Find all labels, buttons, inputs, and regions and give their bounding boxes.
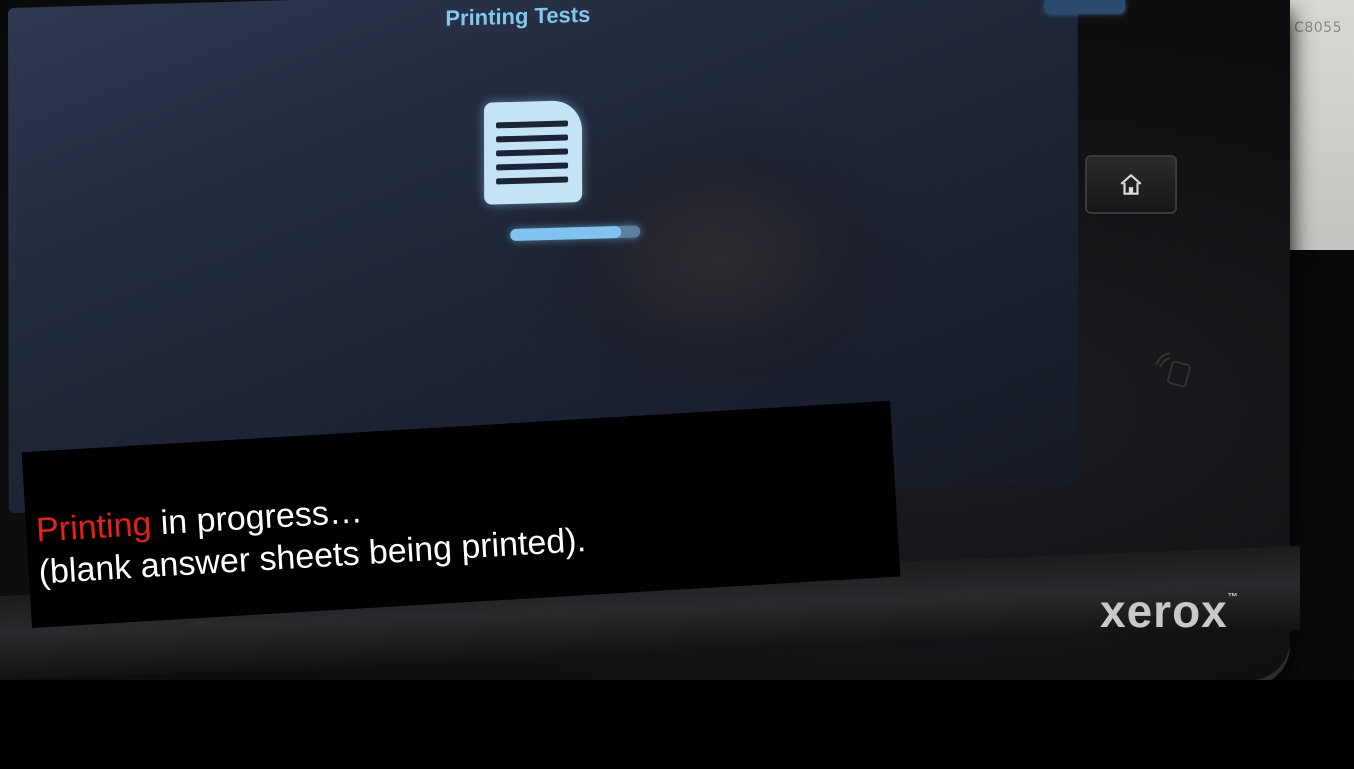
- home-button[interactable]: [1085, 155, 1177, 214]
- document-line: [496, 176, 569, 185]
- document-line: [496, 162, 569, 171]
- screen-title: Printing Tests: [445, 1, 591, 31]
- caption-highlight-word: Printing: [35, 504, 153, 550]
- xerox-logo-text: xerox: [1100, 585, 1228, 637]
- top-button[interactable]: [1045, 0, 1125, 14]
- document-icon: [484, 100, 583, 205]
- trademark-symbol: ™: [1227, 592, 1239, 603]
- bottom-letterbox: [0, 680, 1354, 769]
- nfc-icon: [1155, 352, 1191, 388]
- document-line: [496, 148, 569, 157]
- document-line: [496, 120, 569, 129]
- home-icon: [1120, 173, 1142, 195]
- xerox-logo: xerox™: [1100, 584, 1239, 638]
- video-frame: VersaLink C8055 Printing Tests xerox™: [0, 0, 1354, 769]
- document-line: [496, 134, 569, 143]
